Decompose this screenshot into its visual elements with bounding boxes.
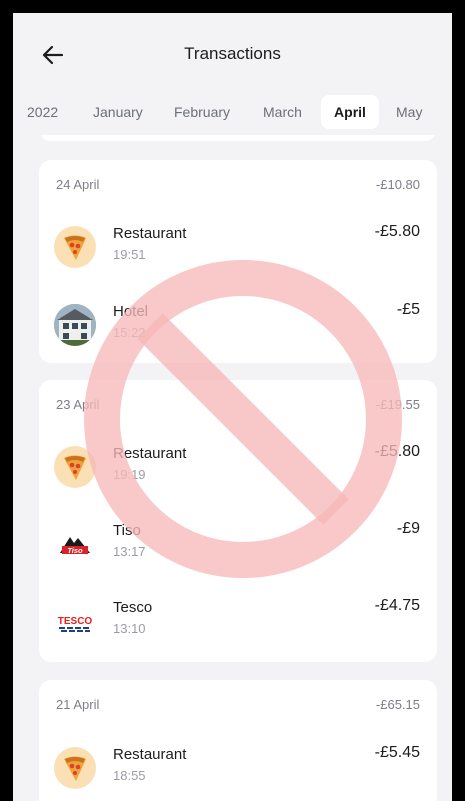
top-bar: Transactions 2022 January February March… (13, 13, 452, 135)
month-selector: 2022 January February March April May (13, 95, 452, 129)
transaction-name: Restaurant (113, 225, 187, 242)
transaction-amount: -£5 (396, 301, 420, 318)
transaction-name: Tesco (113, 599, 153, 616)
transaction-row[interactable]: TESCO Tesco 13:10 -£4.75 (39, 592, 437, 648)
day-date: 23 April (56, 397, 100, 412)
pizza-icon (54, 446, 96, 488)
month-tab-may[interactable]: May (396, 95, 422, 129)
tesco-logo-icon: TESCO (54, 600, 96, 642)
day-header: 21 April -£65.15 (56, 697, 420, 715)
month-tab-january[interactable]: January (93, 95, 143, 129)
transaction-time: 19:19 (113, 467, 146, 482)
day-group-card: 24 April -£10.80 Restaurant 19:51 -£5.80… (39, 160, 437, 363)
day-group-card: 23 April -£19.55 Restaurant 19:19 -£5.80… (39, 380, 437, 662)
pizza-icon (54, 747, 96, 789)
transaction-row[interactable]: Tiso Tiso 13:17 -£9 (39, 515, 437, 571)
transaction-name: Restaurant (113, 746, 187, 763)
transaction-time: 13:17 (113, 544, 146, 559)
day-total: -£65.15 (375, 697, 420, 712)
transaction-time: 19:51 (113, 247, 146, 262)
day-header: 24 April -£10.80 (56, 177, 420, 195)
day-date: 24 April (56, 177, 100, 192)
transaction-name: Hotel (113, 303, 149, 320)
transaction-row[interactable]: Restaurant 19:51 -£5.80 (39, 218, 437, 274)
month-tab-april[interactable]: April (321, 95, 379, 129)
transaction-name: Tiso (113, 522, 141, 539)
transaction-amount: -£4.75 (374, 597, 420, 614)
transaction-amount: -£5.80 (374, 223, 420, 240)
svg-text:Tiso: Tiso (67, 546, 83, 555)
month-tab-march[interactable]: March (263, 95, 302, 129)
page-title: Transactions (184, 44, 281, 63)
day-total: -£10.80 (375, 177, 420, 192)
transaction-amount: -£5.80 (374, 443, 420, 460)
transaction-time: 18:55 (113, 768, 146, 783)
transaction-amount: -£5.45 (374, 744, 420, 761)
transaction-time: 13:10 (113, 621, 146, 636)
transaction-row[interactable]: Restaurant 19:19 -£5.80 (39, 438, 437, 494)
svg-text:TESCO: TESCO (58, 616, 93, 627)
phone-screen: Transactions 2022 January February March… (13, 13, 452, 801)
transaction-row[interactable]: Restaurant 18:55 -£5.45 (39, 739, 437, 795)
day-total: -£19.55 (375, 397, 420, 412)
day-header: 23 April -£19.55 (56, 397, 420, 415)
day-group-card: 21 April -£65.15 Restaurant 18:55 -£5.45 (39, 680, 437, 801)
pizza-icon (54, 226, 96, 268)
month-tab-february[interactable]: February (174, 95, 230, 129)
transaction-amount: -£9 (396, 520, 420, 537)
month-tab-2022[interactable]: 2022 (27, 95, 58, 129)
tiso-logo-icon: Tiso (54, 523, 96, 565)
transaction-time: 15:22 (113, 325, 146, 340)
transaction-row[interactable]: Hotel 15:22 -£5 (39, 296, 437, 352)
hotel-photo-icon (54, 304, 96, 346)
day-date: 21 April (56, 697, 100, 712)
transaction-name: Restaurant (113, 445, 187, 462)
